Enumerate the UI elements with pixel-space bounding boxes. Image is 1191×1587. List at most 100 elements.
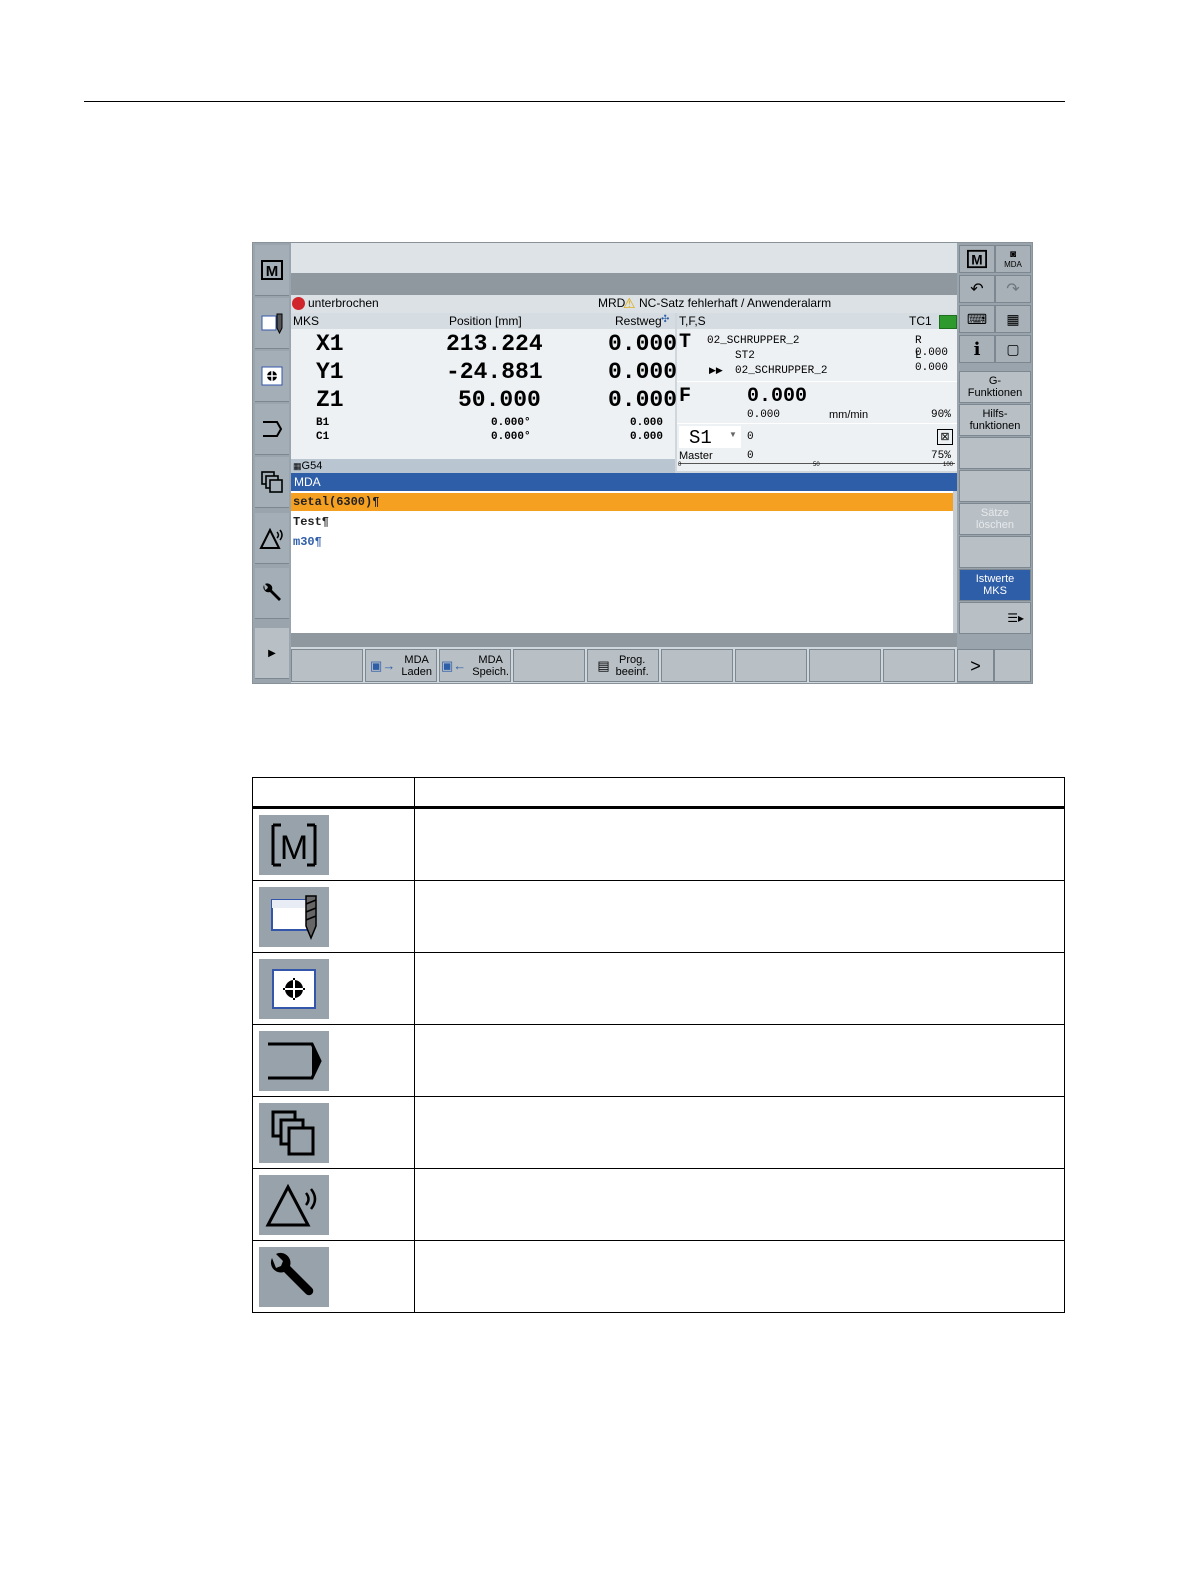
alarm-line: unterbrochen MRD ⚠ NC-Satz fehlerhaft / …	[291, 295, 957, 313]
vertical-softkey-6[interactable]	[959, 536, 1031, 568]
header-cell-description	[414, 777, 1065, 809]
keyboard-icon: ⌨	[966, 310, 988, 327]
aux-functions-softkey[interactable]: Hilfs-funktionen	[959, 404, 1031, 436]
spindle-master-value: 0	[747, 450, 754, 462]
spindle-override: 75%	[931, 450, 951, 462]
mda-load-softkey[interactable]: ▣→ MDA Laden	[365, 649, 437, 682]
program-area-button[interactable]	[255, 351, 289, 402]
feed-value: 0.000	[747, 385, 808, 408]
work-offset-label: G54	[301, 460, 323, 472]
save-icon: ▣←	[441, 657, 467, 673]
program-control-softkey[interactable]: ▤ Prog. beeinf.	[587, 649, 659, 682]
machine-icon: M	[967, 249, 987, 269]
load-icon: ▣→	[370, 657, 396, 673]
screenshot-button[interactable]: ▢	[995, 335, 1031, 363]
delete-blocks-softkey[interactable]: Sätze löschen	[959, 503, 1031, 535]
program-manager-icon	[263, 421, 283, 437]
axis-position: -24.881	[446, 359, 543, 385]
calculator-icon: ▦	[1006, 310, 1020, 327]
axis-distance-to-go: 0.000	[608, 359, 678, 385]
spindle-label: S1	[689, 427, 712, 449]
horizontal-softkey-9[interactable]	[883, 649, 955, 682]
parameter-icon	[261, 313, 283, 335]
mode-label: MDA	[1004, 259, 1022, 269]
vertical-softkey-3[interactable]	[959, 437, 1031, 469]
editor-line[interactable]: m30¶	[293, 533, 322, 551]
work-offset-line: ▦G54	[291, 459, 675, 473]
axis-name: Z1	[316, 387, 344, 413]
t-label: T	[679, 331, 692, 354]
softkey-label: MDA Speich.	[472, 653, 509, 678]
editor-title: MDA	[291, 473, 957, 491]
help-button[interactable]: i	[959, 335, 995, 363]
spindle-speed: 0	[747, 431, 754, 443]
vertical-softkey-4[interactable]	[959, 470, 1031, 502]
editor-line[interactable]: Test¶	[293, 513, 329, 531]
horizontal-softkey-1[interactable]	[291, 649, 363, 682]
axis-name: C1	[316, 431, 330, 443]
keyboard-button[interactable]: ⌨	[959, 305, 995, 333]
horizontal-softkey-7[interactable]	[735, 649, 807, 682]
commissioning-area-button[interactable]	[255, 513, 289, 564]
table-row	[252, 952, 1065, 1025]
more-softkey[interactable]: ☰▸	[959, 602, 1031, 634]
description-cell	[414, 1168, 1065, 1241]
status-led-icon	[939, 315, 957, 329]
footer-strip	[291, 633, 957, 647]
machine-shortcut-button[interactable]: M	[959, 245, 995, 273]
description-cell	[414, 1240, 1065, 1313]
g-functions-softkey[interactable]: G- Funktionen	[959, 371, 1031, 403]
mda-mode-button[interactable]: ◙ MDA	[995, 245, 1031, 273]
machine-area-button[interactable]: M	[255, 245, 289, 296]
icon-legend-table: M	[252, 777, 1065, 1313]
tool-name[interactable]: 02_SCHRUPPER_2	[707, 335, 799, 347]
position-panel: MKS Position [mm] Restweg ✣ X1 213.224 0…	[291, 313, 678, 461]
reset-state: MRD	[598, 296, 626, 310]
next-softkey-bar-button[interactable]: >	[957, 649, 994, 682]
frame-icon: ▦	[293, 461, 302, 471]
scale-tick: 0	[678, 462, 682, 468]
table-row	[252, 1024, 1065, 1097]
program-icon	[259, 958, 329, 1019]
mda-editor[interactable]: MDA setal(6300)¶ Test¶ m30¶	[291, 473, 957, 633]
redo-icon: ↷	[1006, 281, 1020, 298]
spindle-select[interactable]: S1 ▼	[679, 426, 741, 449]
alarm-text[interactable]: NC-Satz fehlerhaft / Anwenderalarm	[639, 296, 831, 310]
softkey-label: MDA Laden	[401, 653, 432, 678]
service-area-button[interactable]	[255, 568, 289, 619]
wrench-icon	[259, 1246, 329, 1307]
horizontal-softkey-8[interactable]	[809, 649, 881, 682]
editor-line-current[interactable]: setal(6300)¶	[291, 493, 953, 511]
svg-text:M: M	[280, 829, 308, 867]
undo-button[interactable]: ↶	[959, 275, 995, 303]
table-row	[252, 1240, 1065, 1313]
diagnostics-area-button[interactable]	[255, 457, 289, 508]
area-more-button[interactable]: ▶	[255, 628, 289, 679]
horizontal-softkey-4[interactable]	[513, 649, 585, 682]
axis-position: 0.000°	[491, 431, 531, 443]
axis-distance-to-go: 0.000	[630, 417, 664, 429]
redo-button[interactable]: ↷	[995, 275, 1031, 303]
header-bar	[291, 273, 957, 295]
parameter-area-button[interactable]	[255, 298, 289, 349]
horizontal-softkey-11[interactable]	[994, 649, 1031, 682]
info-icon: i	[973, 338, 981, 360]
distance-to-go-icon: ✣	[661, 314, 670, 325]
scale-tick: 50	[813, 462, 820, 468]
table-row	[252, 1096, 1065, 1169]
calculator-button[interactable]: ▦	[995, 305, 1031, 333]
camera-icon: ▢	[1006, 340, 1020, 357]
program-control-icon: ▤	[597, 657, 610, 673]
coordinate-system-label: MKS	[293, 314, 320, 328]
horizontal-softkey-6[interactable]	[661, 649, 733, 682]
axis-position: 50.000	[458, 387, 541, 413]
axis-position: 0.000°	[491, 417, 531, 429]
header-cell-symbol	[252, 777, 415, 809]
program-manager-area-button[interactable]	[255, 404, 289, 455]
actual-values-mks-softkey[interactable]: Istwerte MKS	[959, 569, 1031, 601]
mda-save-softkey[interactable]: ▣← MDA Speich.	[439, 649, 511, 682]
distance-to-go-header: Restweg	[615, 314, 662, 328]
tfs-title: T,F,S	[679, 314, 706, 328]
feed-override: 90%	[931, 409, 951, 421]
warning-icon: ⚠	[623, 295, 636, 311]
